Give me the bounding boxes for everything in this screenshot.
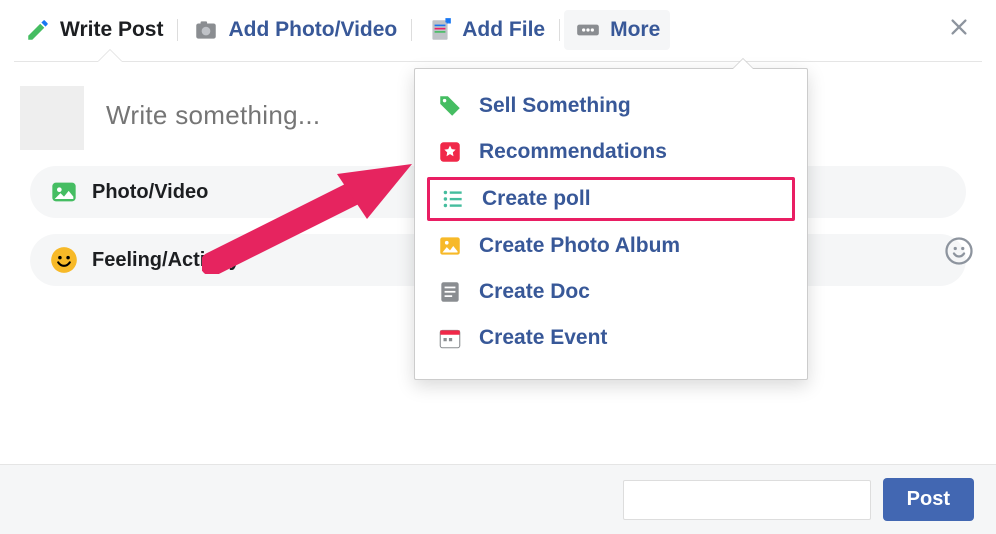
menu-album-label: Create Photo Album [479,234,680,258]
menu-event-label: Create Event [479,326,607,350]
star-badge-icon [435,137,465,167]
annotation-arrow-icon [202,154,412,279]
tab-more-label: More [610,18,660,42]
dropdown-caret-icon [733,59,753,69]
menu-poll-label: Create poll [482,187,591,211]
menu-rec-label: Recommendations [479,140,667,164]
photo-icon [50,178,78,206]
separator [177,19,178,41]
list-icon [438,184,468,214]
calendar-icon [435,323,465,353]
menu-create-poll[interactable]: Create poll [427,177,795,221]
close-button[interactable] [936,8,982,51]
pencil-icon [24,16,52,44]
menu-doc-label: Create Doc [479,280,590,304]
tag-icon [435,91,465,121]
privacy-selector[interactable] [623,480,871,520]
menu-create-event[interactable]: Create Event [415,315,807,361]
compose-input[interactable] [106,86,366,131]
menu-create-doc[interactable]: Create Doc [415,269,807,315]
tab-more[interactable]: More [564,10,670,50]
doc-icon [435,277,465,307]
emoji-picker-button[interactable] [944,236,974,271]
album-icon [435,231,465,261]
file-add-icon [426,16,454,44]
tab-write-label: Write Post [60,18,163,42]
menu-sell[interactable]: Sell Something [415,83,807,129]
post-button[interactable]: Post [883,478,974,521]
tab-add-file[interactable]: Add File [416,10,555,50]
feeling-icon [50,246,78,274]
separator [559,19,560,41]
composer-tabs: Write Post Add Photo/Video Add File More [0,0,996,51]
dots-icon [574,16,602,44]
menu-sell-label: Sell Something [479,94,631,118]
active-tab-caret-icon [98,50,122,62]
chip-photo-label: Photo/Video [92,181,208,204]
menu-recommendations[interactable]: Recommendations [415,129,807,175]
tab-photo-label: Add Photo/Video [228,18,397,42]
tab-write-post[interactable]: Write Post [14,10,173,50]
footer: Post [0,464,996,534]
tab-file-label: Add File [462,18,545,42]
menu-create-album[interactable]: Create Photo Album [415,223,807,269]
avatar [20,86,84,150]
separator [411,19,412,41]
tab-add-photo[interactable]: Add Photo/Video [182,10,407,50]
camera-icon [192,16,220,44]
more-dropdown: Sell Something Recommendations Create po… [414,68,808,380]
